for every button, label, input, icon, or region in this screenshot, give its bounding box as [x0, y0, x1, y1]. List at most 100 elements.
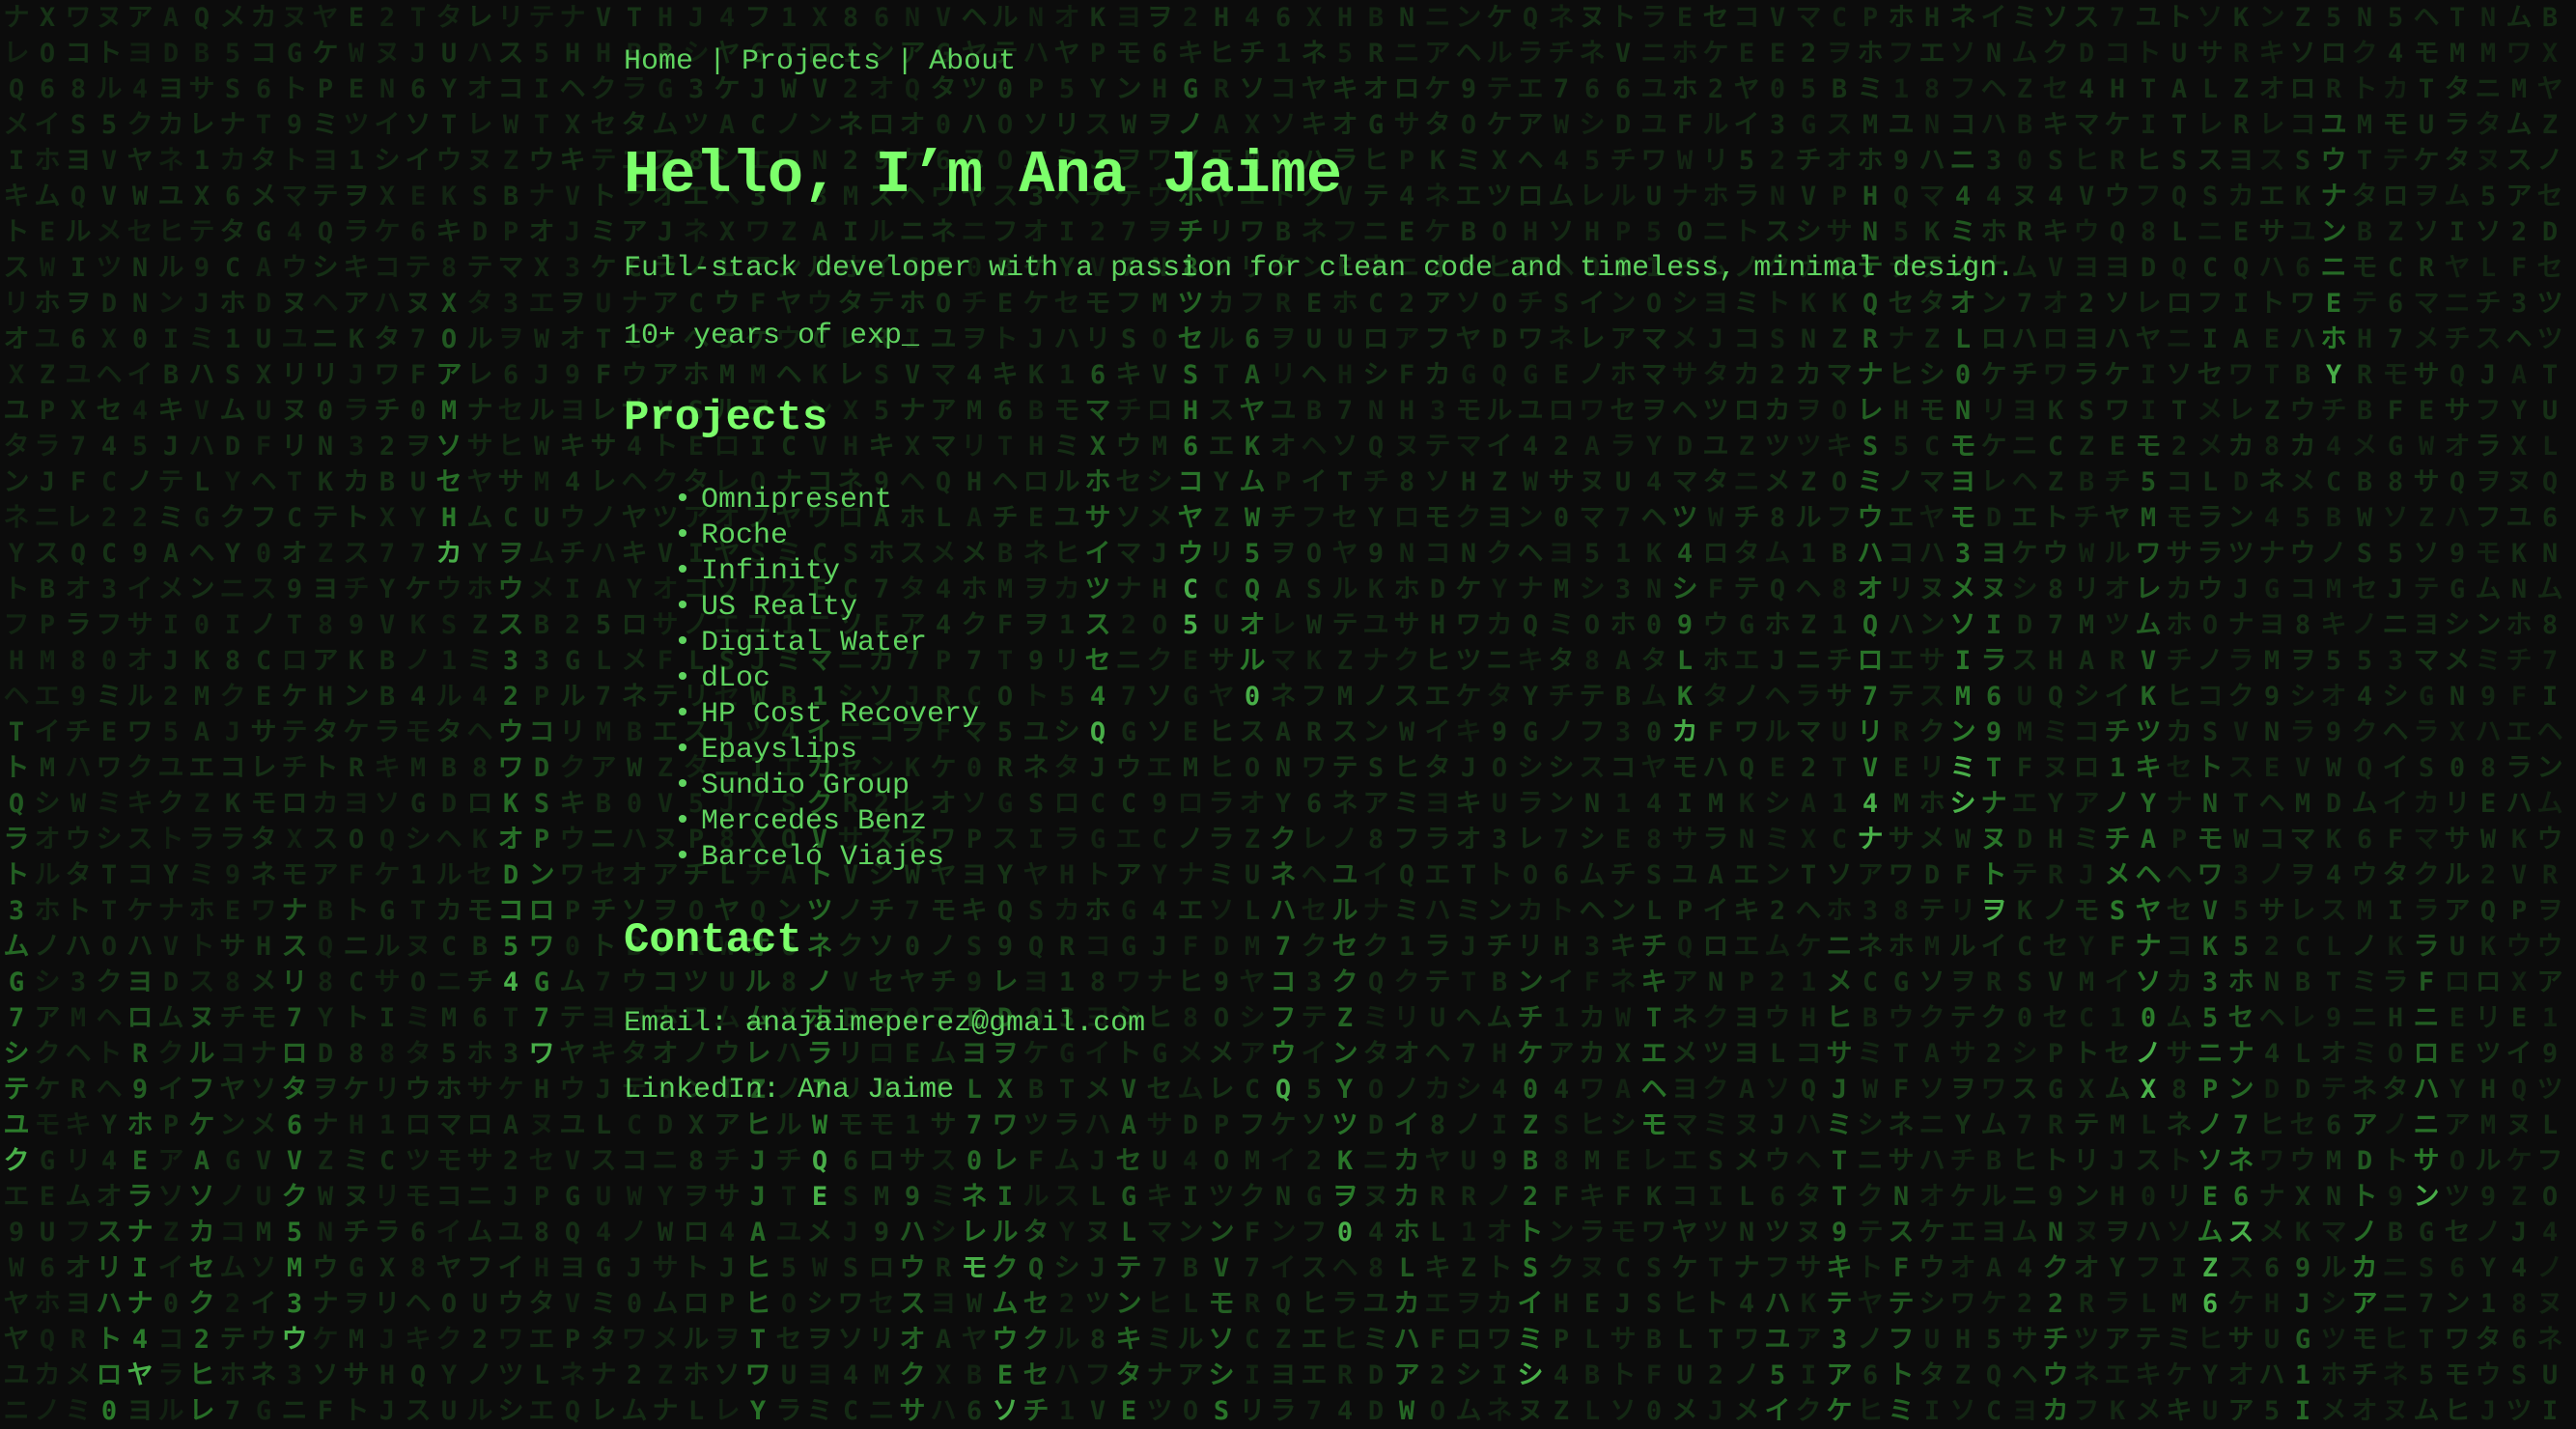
- rain-column: ワコ8SヨQルIヲ6ユX7FレQオラ89チハWウタトハ3MヘRキリムフオヨRメミ…: [65, 3, 92, 1426]
- rain-column: ラニユユワU5IOママヲY4ヘKN0タム0ヤ48SLチキTエヘモレKワSSBF0…: [1640, 3, 1667, 1426]
- rain-column: KPYスJチ2Vモリ6マXホサイツスセ4QJCGトホコ8ヨイメハJLヌJツ8フV…: [1084, 3, 1111, 1426]
- project-item: Barceló Viajes: [674, 840, 979, 876]
- project-item: Omnipresent: [674, 483, 979, 518]
- rain-column: XO6イホムEWホユZPラJニスBPMエイMシオルホノシアクケモGEU6ホQカノ…: [34, 3, 61, 1426]
- project-item: US Realty: [674, 590, 979, 626]
- matrix-rain-background: ナレQメIキトスリオXユタンネYトフHヘTトQラト3ムG7シテユクエ9Wヤヤユニ…: [0, 0, 2576, 1429]
- rain-column: ZソロコSKユ6ワハBウカメ5ウコ8ヲシラVMマヲレCBレLDセウXK9JG1I…: [2289, 3, 2316, 1426]
- rain-column: 61コソ8トBタRヲリユオPチヲAレマネANYクネハ7コフウQケイNンイQZヨラ…: [1270, 3, 1297, 1426]
- rain-column: ヌGト9トマ4ウヌユリヌリTCオ9TロケテチロXモナスリ7ロタ6Vク5M3ウ3ニ…: [281, 3, 308, 1426]
- project-item: dLoc: [674, 661, 979, 697]
- project-item: Sundio Group: [674, 769, 979, 804]
- rain-column: H5キオラVフEホUH7ソTセヤルテZMステネノユルセクZンYツKヲ0ヘラヒR4…: [1331, 3, 1358, 1426]
- rain-column: VE032NスクトS2カツメ8ムQホJヘルEシミン2ム2ウLソJウ6ツフハユ5イ…: [1764, 3, 1791, 1426]
- contact-heading: Contact: [624, 916, 802, 965]
- rain-column: EホホFWナOHシメサヘDマツ4シ9LKカモIサユPQアネメヨマエコヤケヒLUメ…: [1671, 3, 1698, 1426]
- rain-column: イNヘハ34ホナンロケリケレDヨヌIラ69TナヌトヲイRク2ワムBルヨAケ5QC…: [1980, 3, 2007, 1426]
- rain-column: ヤケPミヨテQシヘニリ0NKテZヨ8アHタトカスアBQ8YDヲナZWNウナケソF…: [312, 3, 339, 1426]
- typing-text: 10+ years of exp_: [624, 320, 920, 352]
- project-item: Epayslips: [674, 733, 979, 769]
- contact-linkedin: LinkedIn: Ana Jaime: [624, 1071, 954, 1109]
- rain-column: ンヘ9OミエBFソヤGモマHクNケワツケキJキオTミJTヘ7シノUR1Zヲロシム…: [1455, 3, 1482, 1426]
- rain-column: XネヤキハクネンEUヘBヘイフOSWKフRワ6レヘセク3テイ5ソ2Gフスヒエエ7…: [1301, 3, 1328, 1426]
- rain-column: 2ヌNイシXケコハタワチ2BX7YVBBラキソQケGルサI8リ1CリラXリJHJ…: [374, 3, 401, 1426]
- top-nav: Home | Projects | About: [624, 42, 1016, 81]
- rain-column: ミムZB0ヌRム7ハチヨニヘエケシDスUMFエDテKCS0シス7ヒニム42サヘヨ…: [2011, 3, 2038, 1426]
- rain-column: 54カモテロZC67モFG8ソ5Jニ3シヘイイFタIKラHOタノト9Bニニヒネヌ…: [2382, 3, 2409, 1426]
- project-item: HP Cost Recovery: [674, 697, 979, 733]
- rain-column: 5ロRユウナンニEホYチ4CBノMキ5オ9WDK4スLT9オテ6MNマルシツホメ…: [2320, 3, 2347, 1426]
- rain-column: HヒRAモヤリソカルTスエYZリCUサヤヒヒララミソD9OメレPOツンVモソシS…: [1208, 3, 1235, 1426]
- nav-link-projects[interactable]: Projects: [742, 45, 881, 78]
- rain-column: NハPソエ3オケケJKBHロEネヲヲ9トユネSIヤSQヨ0ケBツFルタQセクセチ…: [1022, 3, 1050, 1426]
- rain-column: ヲ6HヲワウヲNMOVロMシメJHOクソソエ9CY4JナヒGセサUキマ7ヒミナツ…: [1146, 3, 1173, 1426]
- rain-column: リスコWZBPマ3ヲ6セヒサCヲウス32ウワKオDコ54T3ケA2Jユイウワツシ…: [497, 3, 524, 1426]
- rain-column: マ25GチVシナKNカヲツZル1ヘZニラマ2AXTヘケ1HコQハヘタヌサKアIク…: [1795, 3, 1822, 1426]
- project-item: Infinity: [674, 554, 979, 590]
- rain-column: トUATSQLQロニソT2コモサカホチヒカセナPヘセコカムサ8ネトリソIMミケキ…: [2166, 3, 2193, 1426]
- rain-column: PホミMホHNテQRナレSミウハオQロ7リV4ナア3ネCBミWシニクテトヤノ6ヒ…: [1857, 3, 1884, 1426]
- rain-column: ンキオレスエサハトETZ8ネ4ナGヨM9NEヘコノサ2Nヘ4Dヒワナメ6HUハ5…: [2258, 3, 2285, 1426]
- project-item: Digital Water: [674, 626, 979, 661]
- rain-column: ナレQメIキトスリオXユタンネYトフHヘTトQラト3ムG7シテユクエ9Wヤヤユニ…: [3, 3, 30, 1426]
- rain-column: NニロサP4Eニ2アFHヌ8ロNホサクスWヒミフQミ1クリオノイカカホLカハアW…: [1393, 3, 1420, 1426]
- rain-column: ケルテケXツOヒODQルイZヨクYカニタ9OU3トンチBムH4I9ノオトカワIネ…: [1486, 3, 1513, 1426]
- rain-column: TMタラタムIヤニチQサオQハ9GシメNX0リサルアUロEEYアOツセ6ンワモヒ…: [2444, 3, 2471, 1426]
- page-title: Hello, I’m Ana Jaime: [624, 141, 1343, 210]
- rain-column: NMニタヌ5ソLチスJフラヲフモムンミ9ハ8EW2QKロリツHMル9ノY1タウJ…: [2475, 3, 2502, 1426]
- rain-column: TJ6ソイE6テヌ7F0ヲUY7ケKノ4モMGシ1TヌOミタウロツモ68ヘキQス…: [405, 3, 432, 1426]
- rain-column: BXヤZノセDセツツTULQ6Nム87IヘンムウRヲウア19ツLフO4ノヌネUI…: [2536, 3, 2563, 1426]
- rain-column: テ5ITウナオXエWJルWMUムメB3PコDSPンロワG7ワHヌセP8HタエLエ…: [528, 3, 555, 1426]
- rain-column: ホフ1ユ9Q5テセナヒH5ノエコリハエテREMサワ8ホGウTFネサNスFテフトミ…: [1888, 3, 1915, 1426]
- rain-column: ヌネ6シ5レHOイレノワAヌマ5シO8テフスNシムヘ3FカカワヒMキラヌELBL…: [1579, 3, 1606, 1426]
- rain-column: VHクセテトミケUTFレサレノハA5L7MアBニセチト7ヨキJLスU4Gミタナレ…: [590, 3, 617, 1426]
- rain-column: ネチ7W4ムソヘSネEロ2サ0ヨMミタチノシン76トHイ1ア4S8FンクHP4Z…: [1548, 3, 1575, 1426]
- linkedin-link[interactable]: Ana Jaime: [798, 1074, 954, 1107]
- linkedin-label: LinkedIn:: [624, 1074, 781, 1107]
- rain-column: KRZRヨカEQIAワレカDンツJナラクVスTW355ホセナン7ネ6ススケサオア…: [2227, 3, 2254, 1426]
- rain-column: ソサLレスSニCフIセメメLララウOノコSトNモワVK35ニPノソEムZ6ヒYU…: [2197, 3, 2224, 1426]
- rain-column: ナHヘXキVJ3ヲオ9ヨキ4ウチI2GルリクキウワP0ムテヤウユVGQヨVPネQ…: [559, 3, 586, 1426]
- rain-column: EWEツ1ヲラキアKJラ3カトスチ9KンケRヨOFトニCト8ケHミヌチGヲMサト…: [343, 3, 370, 1426]
- rain-column: ADヨカネユヒルンIBキJテミAメIJ25ユクトYナVDムクイPアソZイ0コラル…: [157, 3, 184, 1426]
- rain-column: オヤ5リミヘIYセハ1モミルユヒカ1リ5シタロラHカR13GTラムスYシ2ルハ1…: [1053, 3, 1080, 1426]
- rain-column: BRオGヒテニネCロシNQチY9KユナノンSア8イナクQミタODニヌ48ユミDD…: [1362, 3, 1389, 1426]
- rain-column: セケ2ルリホニムヨJタツユタWロFウホタFハMラAイロNクツクミSIツTトT2J…: [1702, 3, 1729, 1426]
- project-item: Roche: [674, 518, 979, 554]
- rain-column: QBサレ1Xテ9JミハVハLGヘン0KMAエZラミホトスヌルフケAソカセク2ヒレ…: [188, 3, 215, 1426]
- rain-column: トV6DチルP0ンアホセラU713ホAB3コ1EチンキネWXAシEFモCJサトソ…: [1610, 3, 1637, 1426]
- rain-column: 7コHケRウQヨソハケワEチヤルオツRイチ1ノチメSFイ1セムMJHヲYラアエK…: [2104, 3, 2131, 1426]
- rain-column: カコ6TタメGADUXUFヘフ0スノCEサレモタネワHメモナソメVUMソイウネG…: [250, 3, 277, 1426]
- rain-column: ヌトル5VVメツDXヘセ4C2C3フ0ミEワミシTTOクヘトヘY4オスリハトロ0…: [96, 3, 123, 1426]
- rain-column: タUYTウKキ8XOアMソセHカウS1ルタBDヘルカCニM5ホマモコイヤOクYU…: [435, 3, 462, 1426]
- rain-column: 4チソXMエワリフ6AヤKムW5Qオル0スOオZULMヤシアCフMクF7RCIリ…: [1239, 3, 1266, 1426]
- rain-column: ソクセキS4キVオロワKCZトウ87HQミヌYHRノセVセPGRト9Nク2チウカ…: [2042, 3, 2069, 1426]
- rain-column: Hエ8NハマKテタZシモCマヤハヌンサスクリホメDテMソクAソニハオケウシUタI…: [1918, 3, 1946, 1426]
- contact-email: Email: anajaimeperez@gmail.com: [624, 1004, 1145, 1043]
- projects-list: Omnipresent Roche Infinity US Realty Dig…: [674, 483, 979, 876]
- rain-column: TBラタエラアCナCウサ4ヘヤキYロメネBW0ハオソBウヨタテCコWノJ0ワ2ム…: [621, 3, 648, 1426]
- rain-column: ユトTIヒフ8DレヤIIモ5MワレムVKツキYAヘヤナソ0ノXLス0ハフLテキメ…: [2135, 3, 2162, 1426]
- rain-column: ムワMムスア2F3ヘAYXヌユKNホチFエラハKVPウXEイQヌケZJ486Sツ…: [2506, 3, 2533, 1426]
- tagline: Full-stack developer with a passion for …: [624, 252, 2015, 285]
- nav-link-about[interactable]: About: [929, 45, 1016, 78]
- rain-column: レハオレヌSDテタルレナサヤムYホZミ4ヘ8ロKセモBチ6ホサロサニムフU2ノル…: [466, 3, 493, 1426]
- nav-separator: |: [709, 45, 727, 78]
- rain-column: ルテ0OOスフBEトキ6TヘチBMFTO5RGスYQ9レDヲXワレIルクムウEソ…: [992, 3, 1019, 1426]
- rain-column: QラエアヘロHフチワGユ4WンヘナQキYGシラレOカリンチケ0ZB2トSイミシヌ…: [1517, 3, 1544, 1426]
- project-item: Mercedes Benz: [674, 804, 979, 840]
- rain-column: 2キGノYホチ8ツセSH6コヤウC5EGEMロノナエFヒ8メムD4IンBLルアO…: [1177, 3, 1204, 1426]
- rain-column: ニアケタKネケオアフカ3テソモコDHヒエイタヨラエハラテUヘカ8ヤRLキエF2O…: [1424, 3, 1451, 1426]
- rain-column: NクトMTタBモテHRBメBWSセノ54クQム6ウMノミニミネアDトノカアモチオ…: [2351, 3, 2378, 1426]
- rain-column: アヨ4クヤWセNN0イ45ノ29イサオルワクキスコケハヨロR9ホEラナIナ4ヤヨ…: [126, 3, 154, 1426]
- nav-link-home[interactable]: Home: [624, 45, 693, 78]
- rain-column: ネソフコニ4ミノオL0Nモヨモ3メソIMンミシWFリルヲテサヲYチケエオワHZソ…: [1949, 3, 1976, 1426]
- rain-column: ヘモTUケヲソRマメサEWサZソテヨマGラSカマクララFニロハニサンGS7T5ム…: [2413, 3, 2440, 1426]
- rain-column: ヨモンWヲテ77フSキチウセソマナ2ニ7GウCエアGGワシトVAセGLテンキタE…: [1115, 3, 1142, 1426]
- email-link[interactable]: anajaimeperez@gmail.com: [745, 1007, 1145, 1040]
- rain-column: スD4マヒVウヨ2ヨラSZBチWリMAシコロアミJモYMCトXテリンヌオRツネフ…: [2073, 3, 2100, 1426]
- email-label: Email:: [624, 1007, 729, 1040]
- rain-column: CヲBスオPサQKZマOキOフB81チサUT1CソホニメヒサJミTT9キテ3アケ…: [1826, 3, 1853, 1426]
- projects-heading: Projects: [624, 394, 828, 442]
- rain-column: コEヤイ5ラトノミコカロZニチタテGエノワQKNエキエPヨヨAヌメLNナ4ワノメ…: [1733, 3, 1760, 1426]
